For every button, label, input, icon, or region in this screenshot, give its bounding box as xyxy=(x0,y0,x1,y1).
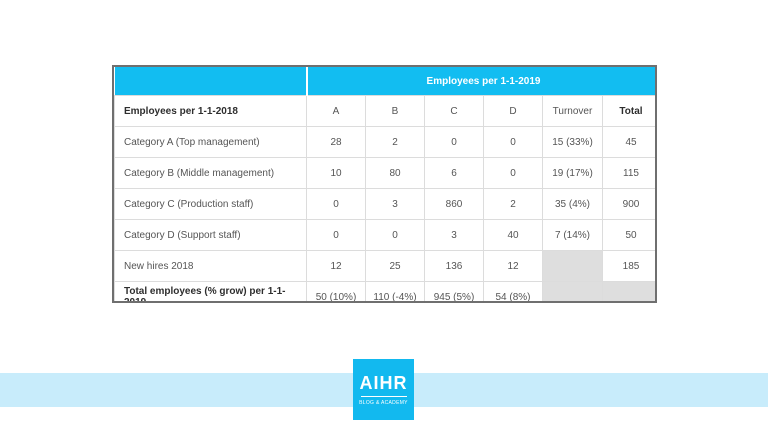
table-title-row: Employees per 1-1-2019 xyxy=(114,67,655,96)
column-header-a: A xyxy=(306,95,366,127)
empty-cell xyxy=(601,281,655,301)
table-cell: 0 xyxy=(424,126,484,158)
logo-wordmark: AIHR xyxy=(359,372,408,393)
table-row: Category C (Production staff) 0 3 860 2 … xyxy=(114,188,655,220)
table-cell: 945 (5%) xyxy=(424,281,484,301)
table-cell: 115 xyxy=(601,157,655,189)
table-cell: 50 xyxy=(601,219,655,251)
table-cell: 45 xyxy=(601,126,655,158)
table-row: Category D (Support staff) 0 0 3 40 7 (1… xyxy=(114,219,655,251)
empty-cell xyxy=(542,281,603,301)
logo-tagline: BLOG & ACADEMY xyxy=(359,399,408,406)
table-cell: 54 (8%) xyxy=(483,281,543,301)
table-cell: 0 xyxy=(306,188,366,220)
table-title: Employees per 1-1-2019 xyxy=(306,67,655,96)
table-cell: 860 xyxy=(424,188,484,220)
aihr-logo: AIHR BLOG & ACADEMY xyxy=(353,359,414,420)
table-row: Category A (Top management) 28 2 0 0 15 … xyxy=(114,126,655,158)
table-cell: 35 (4%) xyxy=(542,188,603,220)
row-label: Category C (Production staff) xyxy=(114,188,307,220)
table-cell: 28 xyxy=(306,126,366,158)
table-row-total: Total employees (% grow) per 1-1-2019 50… xyxy=(114,281,655,301)
column-header-total: Total xyxy=(601,95,655,127)
table-cell: 6 xyxy=(424,157,484,189)
table-cell: 12 xyxy=(483,250,543,282)
table-cell: 3 xyxy=(424,219,484,251)
row-label: New hires 2018 xyxy=(114,250,307,282)
table-cell: 3 xyxy=(365,188,425,220)
column-header-turnover: Turnover xyxy=(542,95,603,127)
table-cell: 0 xyxy=(306,219,366,251)
row-label: Category B (Middle management) xyxy=(114,157,307,189)
table-cell: 110 (-4%) xyxy=(365,281,425,301)
table-cell: 0 xyxy=(483,157,543,189)
table-row: New hires 2018 12 25 136 12 185 xyxy=(114,250,655,282)
table-cell: 25 xyxy=(365,250,425,282)
employee-transition-table: Employees per 1-1-2019 Employees per 1-1… xyxy=(112,65,657,303)
table-cell: 19 (17%) xyxy=(542,157,603,189)
page-canvas: Employees per 1-1-2019 Employees per 1-1… xyxy=(0,0,768,432)
table-cell: 136 xyxy=(424,250,484,282)
table-cell: 12 xyxy=(306,250,366,282)
table-cell: 0 xyxy=(365,219,425,251)
table-cell: 50 (10%) xyxy=(306,281,366,301)
table-cell: 2 xyxy=(483,188,543,220)
data-table: Employees per 1-1-2019 Employees per 1-1… xyxy=(114,67,655,301)
row-label: Total employees (% grow) per 1-1-2019 xyxy=(114,281,307,301)
title-row-spacer xyxy=(114,67,308,96)
column-header-b: B xyxy=(365,95,425,127)
table-cell: 185 xyxy=(601,250,655,282)
table-cell: 0 xyxy=(483,126,543,158)
logo-divider xyxy=(360,395,407,397)
table-cell: 40 xyxy=(483,219,543,251)
table-cell: 7 (14%) xyxy=(542,219,603,251)
table-row: Category B (Middle management) 10 80 6 0… xyxy=(114,157,655,189)
empty-cell xyxy=(542,250,603,282)
table-cell: 80 xyxy=(365,157,425,189)
table-cell: 2 xyxy=(365,126,425,158)
column-header-c: C xyxy=(424,95,484,127)
column-header-row: Employees per 1-1-2018 A B C D Turnover … xyxy=(114,95,655,127)
column-header-d: D xyxy=(483,95,543,127)
table-cell: 10 xyxy=(306,157,366,189)
row-label: Category D (Support staff) xyxy=(114,219,307,251)
row-label: Category A (Top management) xyxy=(114,126,307,158)
table-cell: 900 xyxy=(601,188,655,220)
table-cell: 15 (33%) xyxy=(542,126,603,158)
column-header-category: Employees per 1-1-2018 xyxy=(114,95,307,127)
